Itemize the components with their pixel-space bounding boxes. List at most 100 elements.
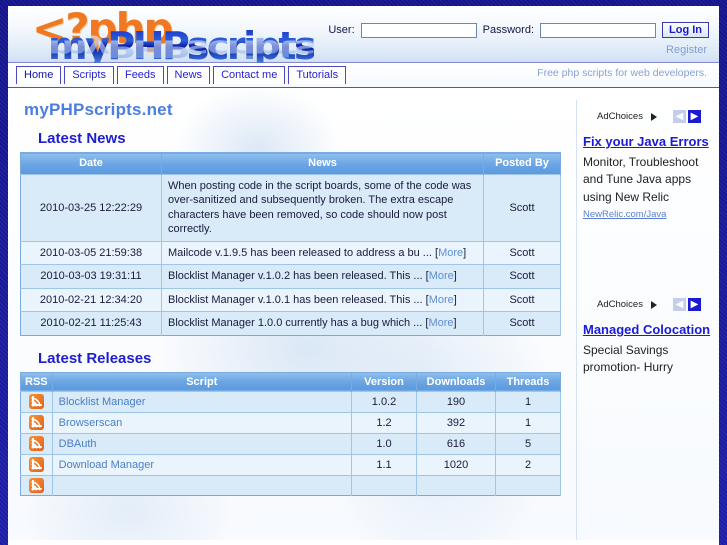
release-script-link[interactable]: Blocklist Manager xyxy=(59,396,146,408)
nav-tab-news[interactable]: News xyxy=(166,66,211,84)
ad-title-link[interactable]: Managed Colocation xyxy=(583,321,711,340)
news-col-date[interactable]: Date xyxy=(20,152,162,175)
rss-icon-glyph xyxy=(31,439,41,449)
releases-col-rss[interactable]: RSS xyxy=(20,372,53,392)
news-more-link[interactable]: More xyxy=(428,317,453,329)
bracket-close: ] xyxy=(453,317,457,330)
release-row: Blocklist Manager 1.0.2 190 1 xyxy=(20,390,561,413)
nav-tabs: Home Scripts Feeds News Contact me Tutor… xyxy=(16,66,347,84)
news-row-poster: Scott xyxy=(483,240,561,265)
news-row-poster: Scott xyxy=(483,311,561,336)
login-button[interactable]: Log In xyxy=(662,22,709,38)
adchoices-bar[interactable]: AdChoices ◀ ▶ xyxy=(597,110,711,123)
release-downloads: 392 xyxy=(416,411,496,434)
news-more-link[interactable]: More xyxy=(429,270,454,282)
rss-icon[interactable] xyxy=(28,477,44,493)
rss-icon-glyph xyxy=(31,481,41,491)
release-rss-cell[interactable] xyxy=(20,474,53,496)
release-script-link[interactable]: Download Manager xyxy=(59,459,154,471)
releases-col-downloads[interactable]: Downloads xyxy=(416,372,496,392)
releases-header-row: RSS Script Version Downloads Threads xyxy=(20,372,561,392)
news-col-news[interactable]: News xyxy=(161,152,484,175)
user-input[interactable] xyxy=(360,22,477,38)
news-row-text: Blocklist Manager 1.0.0 currently has a … xyxy=(161,311,484,336)
rss-icon[interactable] xyxy=(28,394,44,410)
news-row: 2010-02-21 12:34:20 Blocklist Manager v.… xyxy=(20,287,561,312)
news-row: 2010-03-03 19:31:11 Blocklist Manager v.… xyxy=(20,264,561,289)
news-col-poster[interactable]: Posted By xyxy=(483,152,561,175)
rss-icon[interactable] xyxy=(28,436,44,452)
page-title: myPHPscripts.net xyxy=(24,100,173,119)
releases-col-version[interactable]: Version xyxy=(351,372,417,392)
news-row: 2010-03-05 21:59:38 Mailcode v.1.9.5 has… xyxy=(20,240,561,265)
release-threads: 1 xyxy=(495,411,561,434)
release-version: 1.0 xyxy=(351,432,417,455)
bracket-close: ] xyxy=(463,246,467,259)
adchoices-triangle-icon xyxy=(650,112,657,121)
nav-tab-tutorials[interactable]: Tutorials xyxy=(288,66,347,84)
bracket-close: ] xyxy=(453,293,457,306)
nav-tab-scripts[interactable]: Scripts xyxy=(64,66,114,84)
ad-next-icon[interactable]: ▶ xyxy=(687,110,701,123)
column-divider xyxy=(576,100,577,540)
releases-col-threads[interactable]: Threads xyxy=(495,372,561,392)
release-version: 1.0.2 xyxy=(351,390,417,413)
news-row-body: When posting code in the script boards, … xyxy=(168,179,472,236)
release-rss-cell[interactable] xyxy=(20,390,53,413)
release-row xyxy=(20,474,561,496)
release-downloads xyxy=(416,474,496,496)
releases-col-script[interactable]: Script xyxy=(52,372,353,392)
release-rss-cell[interactable] xyxy=(20,453,53,476)
release-script-link[interactable]: Browserscan xyxy=(59,417,123,429)
release-row: DBAuth 1.0 616 5 xyxy=(20,432,561,455)
password-input[interactable] xyxy=(540,22,656,38)
news-row-poster: Scott xyxy=(483,173,561,242)
user-label: User: xyxy=(328,24,355,36)
release-downloads: 1020 xyxy=(416,453,496,476)
news-row-date: 2010-02-21 11:25:43 xyxy=(20,311,162,336)
news-more-link[interactable]: More xyxy=(438,247,463,259)
release-threads: 1 xyxy=(495,390,561,413)
ad-block: AdChoices ◀ ▶ Fix your Java Errors Monit… xyxy=(583,110,711,220)
nav-tab-contact-me[interactable]: Contact me xyxy=(213,66,286,84)
release-threads: 2 xyxy=(495,453,561,476)
main-navigation: Home Scripts Feeds News Contact me Tutor… xyxy=(8,63,719,88)
news-more-link[interactable]: More xyxy=(429,294,454,306)
news-row-body: Blocklist Manager 1.0.0 currently has a … xyxy=(168,317,423,330)
latest-releases-heading: Latest Releases xyxy=(38,349,152,367)
news-row-body: Blocklist Manager v.1.0.1 has been relea… xyxy=(168,293,423,306)
release-row: Browserscan 1.2 392 1 xyxy=(20,411,561,434)
release-rss-cell[interactable] xyxy=(20,432,53,455)
news-row-poster: Scott xyxy=(483,287,561,312)
nav-tab-home[interactable]: Home xyxy=(16,66,62,84)
nav-tab-feeds[interactable]: Feeds xyxy=(116,66,164,84)
ad-block: AdChoices ◀ ▶ Managed Colocation Special… xyxy=(583,298,711,377)
latest-news-table: Date News Posted By 2010-03-25 12:22:29 … xyxy=(20,152,561,336)
adchoices-label: AdChoices xyxy=(597,299,643,311)
ad-next-icon[interactable]: ▶ xyxy=(687,298,701,312)
ad-title-link[interactable]: Fix your Java Errors xyxy=(583,133,711,152)
news-row-body: Blocklist Manager v.1.0.2 has been relea… xyxy=(168,270,423,283)
ad-prev-icon[interactable]: ◀ xyxy=(672,110,686,123)
adchoices-triangle-icon xyxy=(650,300,657,309)
news-row-text: When posting code in the script boards, … xyxy=(161,173,484,242)
release-script-link[interactable]: DBAuth xyxy=(59,438,97,450)
news-row: 2010-03-25 12:22:29 When posting code in… xyxy=(20,173,561,242)
news-header-row: Date News Posted By xyxy=(20,152,561,175)
rss-icon-glyph xyxy=(31,460,41,470)
rss-icon[interactable] xyxy=(28,457,44,473)
rss-icon[interactable] xyxy=(28,415,44,431)
release-script-cell: DBAuth xyxy=(52,432,353,455)
news-row-poster: Scott xyxy=(483,264,561,289)
adchoices-bar[interactable]: AdChoices ◀ ▶ xyxy=(597,298,711,312)
site-header: <?php myPHPscripts myPHPscripts User: Pa… xyxy=(8,6,719,68)
news-row-text: Blocklist Manager v.1.0.2 has been relea… xyxy=(161,264,484,289)
release-script-cell: Download Manager xyxy=(52,453,353,476)
bracket-close: ] xyxy=(453,270,457,283)
rss-icon-glyph xyxy=(31,418,41,428)
ad-url-link[interactable]: NewRelic.com/Java xyxy=(583,209,711,220)
ad-prev-icon[interactable]: ◀ xyxy=(672,298,686,312)
release-rss-cell[interactable] xyxy=(20,411,53,434)
rss-icon-glyph xyxy=(31,397,41,407)
register-link[interactable]: Register xyxy=(666,44,707,56)
